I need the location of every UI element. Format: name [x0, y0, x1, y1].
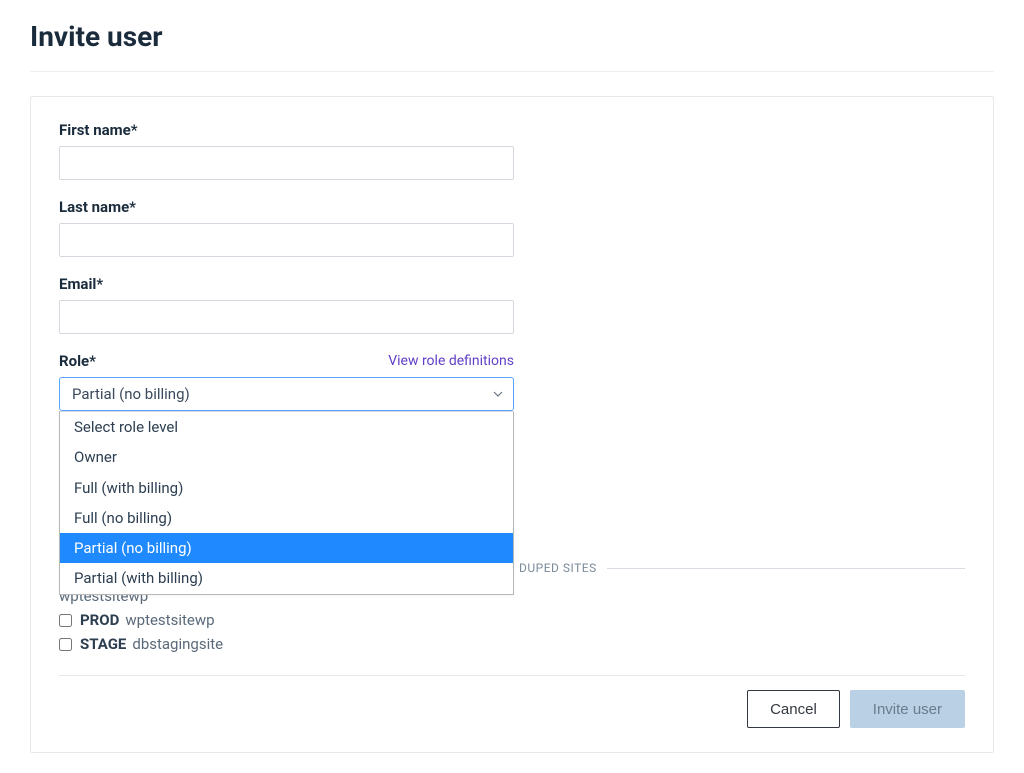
role-option-full-no-billing[interactable]: Full (no billing) — [60, 503, 513, 533]
role-label: Role* — [59, 352, 96, 370]
sites-divider-label: DUPED SITES — [519, 561, 597, 575]
role-option-partial-no-billing[interactable]: Partial (no billing) — [60, 533, 513, 563]
site-name-stage: dbstagingsite — [132, 635, 223, 653]
role-option-full-with-billing[interactable]: Full (with billing) — [60, 473, 513, 503]
last-name-group: Last name* — [59, 198, 965, 257]
form-actions: Cancel Invite user — [59, 690, 965, 728]
site-name-prod: wptestsitewp — [125, 611, 214, 629]
role-option-select-level[interactable]: Select role level — [60, 412, 513, 442]
invite-user-form: First name* Last name* Email* Role* View… — [30, 96, 994, 753]
role-select-wrapper: Partial (no billing) Select role level O… — [59, 377, 514, 411]
chevron-down-icon — [493, 385, 503, 403]
site-env-prod: PROD — [80, 611, 119, 629]
site-row-prod: PROD wptestsitewp — [59, 611, 965, 629]
site-row-stage: STAGE dbstagingsite — [59, 635, 965, 653]
email-label: Email* — [59, 275, 965, 293]
view-role-definitions-link[interactable]: View role definitions — [388, 353, 514, 369]
first-name-label: First name* — [59, 121, 965, 139]
cancel-button[interactable]: Cancel — [747, 690, 840, 728]
email-input[interactable] — [59, 300, 514, 334]
site-checkbox-prod[interactable] — [59, 614, 72, 627]
role-option-partial-with-billing[interactable]: Partial (with billing) — [60, 563, 513, 593]
role-select-value: Partial (no billing) — [72, 385, 190, 403]
site-env-stage: STAGE — [80, 635, 126, 653]
role-option-owner[interactable]: Owner — [60, 442, 513, 472]
divider-top — [30, 71, 994, 72]
email-group: Email* — [59, 275, 965, 334]
last-name-input[interactable] — [59, 223, 514, 257]
site-checkbox-stage[interactable] — [59, 638, 72, 651]
role-group: Role* View role definitions Partial (no … — [59, 352, 965, 411]
role-dropdown-list: Select role level Owner Full (with billi… — [59, 411, 514, 595]
invite-user-button[interactable]: Invite user — [850, 690, 965, 728]
first-name-group: First name* — [59, 121, 965, 180]
role-select[interactable]: Partial (no billing) — [59, 377, 514, 411]
sites-block: wptestsitewp PROD wptestsitewp STAGE dbs… — [59, 587, 965, 653]
divider-bottom — [59, 675, 965, 676]
page-title: Invite user — [30, 20, 994, 53]
first-name-input[interactable] — [59, 146, 514, 180]
last-name-label: Last name* — [59, 198, 965, 216]
